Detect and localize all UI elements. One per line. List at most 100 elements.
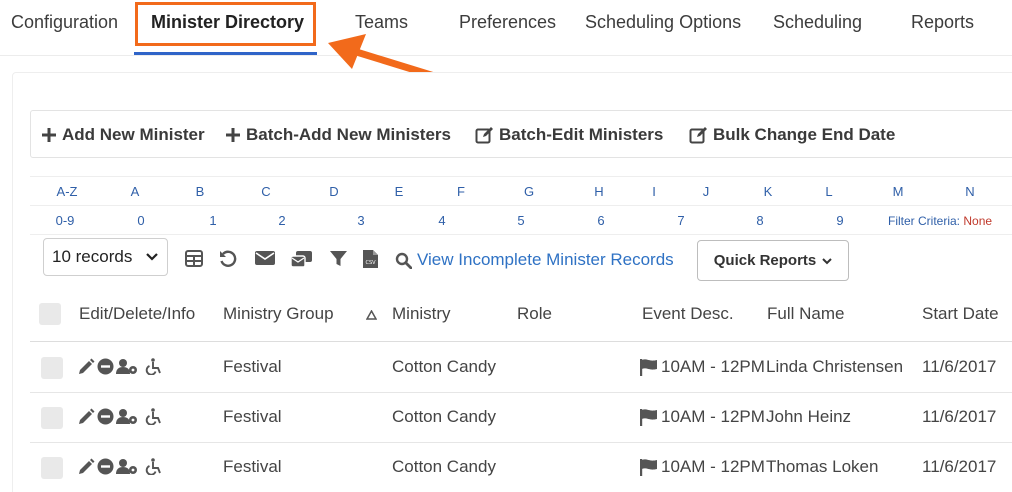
cell-full-name: Linda Christensen	[766, 357, 904, 376]
alpha-filter-e[interactable]: E	[395, 184, 404, 199]
edit-pencil-icon[interactable]	[78, 458, 95, 475]
cell-event-desc: 10AM - 12PM	[640, 357, 764, 377]
delete-minus-icon[interactable]	[97, 458, 114, 475]
filter-criteria-label: Filter Criteria:	[888, 214, 961, 228]
column-header-start-date[interactable]: Start Date	[922, 304, 999, 324]
alpha-filter-b[interactable]: B	[196, 184, 205, 199]
row-checkbox[interactable]	[41, 457, 63, 479]
add-new-minister-button[interactable]: Add New Minister	[41, 125, 205, 145]
cell-start-date: 11/6/2017	[922, 457, 997, 476]
cell-event-desc: 10AM - 12PM	[640, 457, 764, 477]
event-desc-text: 10AM - 12PM	[661, 357, 764, 376]
bulk-change-end-date-button[interactable]: Bulk Change End Date	[689, 125, 895, 145]
tab-scheduling[interactable]: Scheduling	[773, 12, 862, 33]
alpha-filter-all[interactable]: A-Z	[57, 184, 78, 199]
alpha-filter-0[interactable]: 0	[137, 213, 144, 228]
alpha-filter-8[interactable]: 8	[756, 213, 763, 228]
tab-reports[interactable]: Reports	[911, 12, 974, 33]
alpha-filter-4[interactable]: 4	[438, 213, 445, 228]
alpha-filter-h[interactable]: H	[594, 184, 603, 199]
bulk-change-end-date-label: Bulk Change End Date	[713, 125, 896, 144]
alpha-filter-5[interactable]: 5	[517, 213, 524, 228]
alpha-filter-g[interactable]: G	[524, 184, 534, 199]
filter-icon[interactable]	[330, 250, 347, 267]
alpha-filter-6[interactable]: 6	[597, 213, 604, 228]
edit-pencil-icon[interactable]	[78, 408, 95, 425]
batch-add-ministers-button[interactable]: Batch-Add New Ministers	[225, 125, 451, 145]
action-toolbar: Add New Minister Batch-Add New Ministers…	[30, 110, 1012, 158]
table-header: Edit/Delete/Info Ministry Group Ministry…	[30, 286, 1012, 342]
flag-icon	[640, 408, 657, 426]
column-header-ministry[interactable]: Ministry	[392, 304, 451, 324]
reset-icon[interactable]	[219, 250, 237, 268]
column-header-ministry-group[interactable]: Ministry Group	[223, 304, 334, 324]
column-header-full-name[interactable]: Full Name	[767, 304, 844, 324]
email-icon[interactable]	[255, 250, 275, 266]
delete-minus-icon[interactable]	[97, 408, 114, 425]
batch-edit-ministers-button[interactable]: Batch-Edit Ministers	[475, 125, 663, 145]
alpha-filter-f[interactable]: F	[457, 184, 465, 199]
edit-square-icon	[689, 127, 707, 144]
alpha-filter-2[interactable]: 2	[278, 213, 285, 228]
edit-square-icon	[475, 127, 493, 144]
active-tab-indicator	[134, 52, 317, 55]
plus-icon	[42, 128, 56, 142]
select-all-checkbox[interactable]	[39, 303, 61, 325]
csv-file-icon[interactable]: CSV	[363, 250, 378, 268]
row-actions	[78, 358, 163, 375]
batch-edit-ministers-label: Batch-Edit Ministers	[499, 125, 664, 144]
alpha-filter-c[interactable]: C	[261, 184, 270, 199]
plus-icon	[226, 128, 240, 142]
column-header-event-desc[interactable]: Event Desc.	[642, 304, 734, 324]
alpha-filter-letters: A-Z A B C D E F G H I J K L M N	[30, 176, 1012, 206]
alpha-filter-j[interactable]: J	[703, 184, 710, 199]
batch-add-ministers-label: Batch-Add New Ministers	[246, 125, 451, 144]
alpha-filter-1[interactable]: 1	[209, 213, 216, 228]
row-checkbox[interactable]	[41, 407, 63, 429]
delete-minus-icon[interactable]	[97, 358, 114, 375]
alpha-filter-d[interactable]: D	[329, 184, 338, 199]
chevron-down-icon	[822, 257, 832, 264]
alpha-filter-3[interactable]: 3	[357, 213, 364, 228]
records-per-page-select[interactable]: 10 records	[43, 238, 168, 276]
user-info-icon[interactable]	[116, 408, 138, 425]
user-info-icon[interactable]	[116, 358, 138, 375]
cell-start-date: 11/6/2017	[922, 357, 997, 376]
row-checkbox[interactable]	[41, 357, 63, 379]
cell-full-name: Thomas Loken	[766, 457, 879, 476]
alpha-filter-digits-all[interactable]: 0-9	[56, 213, 75, 228]
alpha-filter-9[interactable]: 9	[836, 213, 843, 228]
sort-ascending-icon[interactable]	[366, 310, 377, 320]
row-actions	[78, 458, 163, 475]
svg-text:CSV: CSV	[365, 260, 376, 266]
flag-icon	[640, 458, 657, 476]
accessibility-icon	[144, 358, 161, 375]
view-incomplete-records-link[interactable]: View Incomplete Minister Records	[395, 250, 674, 270]
quick-reports-dropdown[interactable]: Quick Reports	[697, 240, 849, 281]
chevron-down-icon	[146, 253, 158, 261]
column-header-role[interactable]: Role	[517, 304, 552, 324]
alpha-filter-a[interactable]: A	[131, 184, 140, 199]
filter-criteria: Filter Criteria: None	[888, 214, 992, 228]
cell-full-name: John Heinz	[766, 407, 852, 426]
records-per-page-value: 10 records	[52, 247, 133, 266]
alpha-filter-k[interactable]: K	[764, 184, 773, 199]
flag-icon	[640, 358, 657, 376]
event-desc-text: 10AM - 12PM	[661, 407, 764, 426]
alpha-filter-7[interactable]: 7	[677, 213, 684, 228]
columns-grid-icon[interactable]	[185, 250, 203, 267]
tab-teams[interactable]: Teams	[355, 12, 408, 33]
alpha-filter-l[interactable]: L	[825, 184, 832, 199]
tab-preferences[interactable]: Preferences	[459, 12, 556, 33]
user-info-icon[interactable]	[116, 458, 138, 475]
cell-ministry-group: Festival	[223, 357, 282, 376]
alpha-filter-m[interactable]: M	[893, 184, 904, 199]
bulk-mail-icon[interactable]	[291, 250, 313, 268]
tab-configuration[interactable]: Configuration	[11, 12, 118, 33]
tab-scheduling-options[interactable]: Scheduling Options	[585, 12, 741, 33]
alpha-filter-n[interactable]: N	[965, 184, 974, 199]
row-actions	[78, 408, 163, 425]
alpha-filter-i[interactable]: I	[652, 184, 656, 199]
view-incomplete-records-label: View Incomplete Minister Records	[417, 250, 674, 269]
edit-pencil-icon[interactable]	[78, 358, 95, 375]
